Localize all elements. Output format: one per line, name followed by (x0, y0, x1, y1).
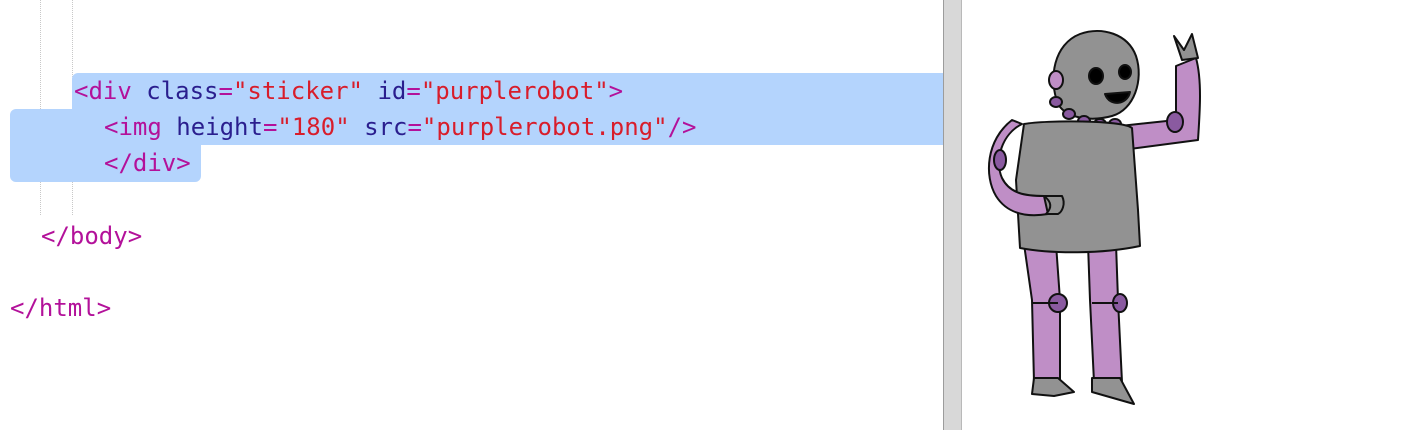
code-token: "purplerobot" (420, 77, 609, 105)
code-token: = (218, 77, 233, 105)
code-editor[interactable]: <div class="sticker" id="purplerobot"> <i… (0, 0, 943, 430)
code-token: /> (667, 113, 697, 141)
code-line[interactable]: </html> (10, 290, 111, 326)
indent-guide (40, 0, 41, 215)
code-token: <div (74, 77, 147, 105)
code-token: = (407, 113, 422, 141)
code-token: class (146, 77, 219, 105)
code-token: = (262, 113, 278, 141)
code-token: </div> (104, 149, 191, 177)
code-line[interactable]: <img height="180" src="purplerobot.png"/… (104, 109, 696, 145)
code-token: src (364, 113, 408, 141)
code-token: "purplerobot.png" (421, 113, 668, 141)
preview-pane (962, 0, 1426, 430)
code-token: </html> (10, 294, 112, 322)
code-token: <img (104, 113, 177, 141)
code-token: id (377, 77, 407, 105)
code-token: </body> (41, 222, 143, 250)
code-token: "sticker" (232, 77, 363, 105)
pane-divider[interactable] (943, 0, 962, 430)
code-token: = (406, 77, 421, 105)
code-token: "180" (277, 113, 350, 141)
code-token: > (608, 77, 624, 105)
code-line[interactable]: </div> (104, 145, 191, 181)
code-line[interactable]: <div class="sticker" id="purplerobot"> (74, 73, 623, 109)
purple-robot-sticker-icon (987, 30, 1201, 405)
code-line[interactable]: </body> (41, 218, 142, 254)
code-token: height (176, 113, 263, 141)
